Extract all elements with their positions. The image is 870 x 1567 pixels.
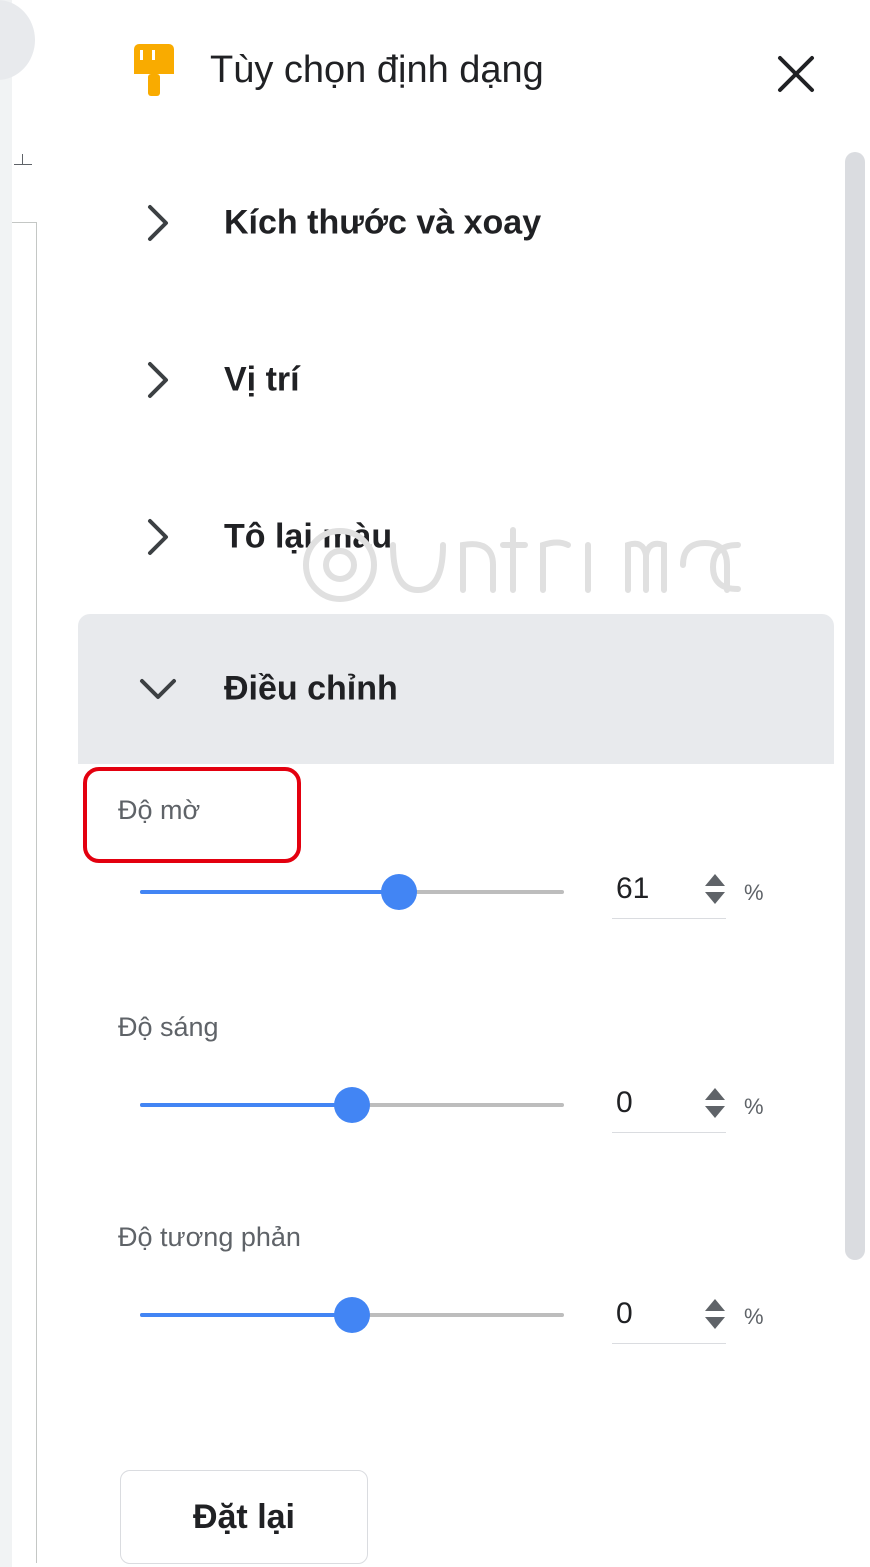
- transparency-unit: %: [744, 880, 764, 905]
- contrast-label: Độ tương phản: [118, 1222, 301, 1252]
- document-corner-shape: [0, 0, 35, 80]
- brightness-input[interactable]: 0: [612, 1078, 726, 1133]
- panel-title: Tùy chọn định dạng: [210, 49, 544, 91]
- contrast-value: 0: [616, 1297, 633, 1330]
- reset-button[interactable]: Đặt lại: [120, 1470, 368, 1564]
- slider-thumb[interactable]: [334, 1087, 370, 1123]
- chevron-right-icon: [148, 205, 168, 241]
- panel-scrollbar[interactable]: [845, 152, 865, 1260]
- brightness-value: 0: [616, 1086, 633, 1119]
- ruler-marker: [12, 152, 32, 166]
- brightness-unit: %: [744, 1094, 764, 1119]
- contrast-slider[interactable]: [140, 1297, 564, 1333]
- contrast-unit: %: [744, 1304, 764, 1329]
- slider-thumb[interactable]: [380, 874, 417, 910]
- document-page-edge: [12, 222, 37, 1563]
- section-recolor[interactable]: Tô lại màu: [78, 462, 834, 612]
- chevron-right-icon: [148, 362, 168, 398]
- section-adjustments[interactable]: Điều chỉnh: [78, 614, 834, 764]
- brightness-label: Độ sáng: [118, 1012, 219, 1042]
- slider-fill: [140, 890, 399, 894]
- section-label: Kích thước và xoay: [224, 203, 542, 242]
- slider-fill: [140, 1103, 352, 1107]
- close-icon: [778, 56, 814, 92]
- spinner-arrows-icon[interactable]: [704, 1086, 726, 1120]
- format-options-panel: Tùy chọn định dạng Kích thước và xoay Vị…: [0, 0, 870, 1567]
- transparency-input[interactable]: 61: [612, 864, 726, 919]
- slider-thumb[interactable]: [334, 1297, 370, 1333]
- section-label: Tô lại màu: [224, 517, 393, 556]
- spinner-arrows-icon[interactable]: [704, 1297, 726, 1331]
- transparency-slider[interactable]: [140, 874, 564, 910]
- section-label: Vị trí: [224, 360, 300, 399]
- spinner-arrows-icon[interactable]: [704, 872, 726, 906]
- brightness-slider[interactable]: [140, 1087, 564, 1123]
- chevron-right-icon: [148, 519, 168, 555]
- section-size-rotation[interactable]: Kích thước và xoay: [78, 148, 834, 298]
- section-label: Điều chỉnh: [224, 669, 398, 708]
- chevron-down-icon: [140, 679, 176, 699]
- transparency-label: Độ mờ: [118, 795, 201, 825]
- close-button[interactable]: [770, 48, 822, 100]
- document-canvas-edge: [0, 0, 12, 1567]
- section-position[interactable]: Vị trí: [78, 305, 834, 455]
- paint-roller-icon: [132, 42, 176, 98]
- slider-fill: [140, 1313, 352, 1317]
- transparency-value: 61: [616, 872, 650, 905]
- contrast-input[interactable]: 0: [612, 1289, 726, 1344]
